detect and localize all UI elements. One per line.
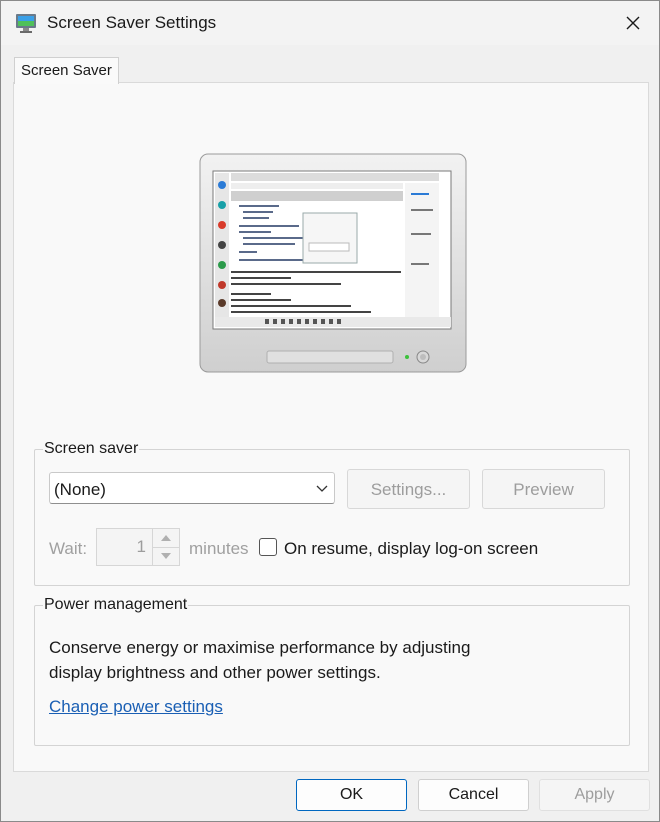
cancel-button[interactable]: Cancel	[418, 779, 529, 811]
stepper-up-button[interactable]	[153, 529, 179, 548]
tab-screen-saver[interactable]: Screen Saver	[14, 57, 119, 84]
apply-button[interactable]: Apply	[539, 779, 650, 811]
resume-logon-label[interactable]: On resume, display log-on screen	[284, 539, 538, 559]
caret-up-icon	[161, 535, 171, 541]
power-description: Conserve energy or maximise performance …	[49, 635, 519, 685]
title-bar[interactable]: Screen Saver Settings	[1, 1, 659, 45]
wait-minutes-stepper[interactable]: 1	[96, 528, 180, 566]
stepper-buttons	[152, 529, 179, 565]
caret-down-icon	[161, 553, 171, 559]
screen-saver-select-value: (None)	[54, 480, 106, 499]
chevron-down-icon	[316, 485, 328, 492]
close-icon	[626, 16, 640, 30]
power-description-line-1: Conserve energy or maximise performance …	[49, 638, 471, 657]
preview-button[interactable]: Preview	[482, 469, 605, 509]
minutes-label: minutes	[189, 539, 249, 558]
screen-saver-group-label: Screen saver	[43, 440, 140, 458]
wait-label: Wait:	[49, 539, 88, 558]
close-button[interactable]	[607, 1, 659, 45]
wait-minutes-value: 1	[136, 537, 146, 556]
screen-saver-preview-monitor	[199, 153, 467, 373]
screen-saver-window: Screen Saver Settings Screen Saver Scree…	[0, 0, 660, 822]
resume-logon-checkbox[interactable]	[259, 538, 277, 556]
stepper-down-button[interactable]	[153, 547, 179, 565]
power-description-line-2: display brightness and other power setti…	[49, 663, 381, 682]
monitor-icon	[16, 14, 36, 33]
ok-button[interactable]: OK	[296, 779, 407, 811]
screen-saver-select[interactable]: (None)	[49, 472, 335, 504]
settings-button[interactable]: Settings...	[347, 469, 470, 509]
power-management-group-label: Power management	[43, 596, 189, 614]
window-title: Screen Saver Settings	[47, 13, 217, 32]
change-power-settings-link[interactable]: Change power settings	[49, 697, 223, 717]
